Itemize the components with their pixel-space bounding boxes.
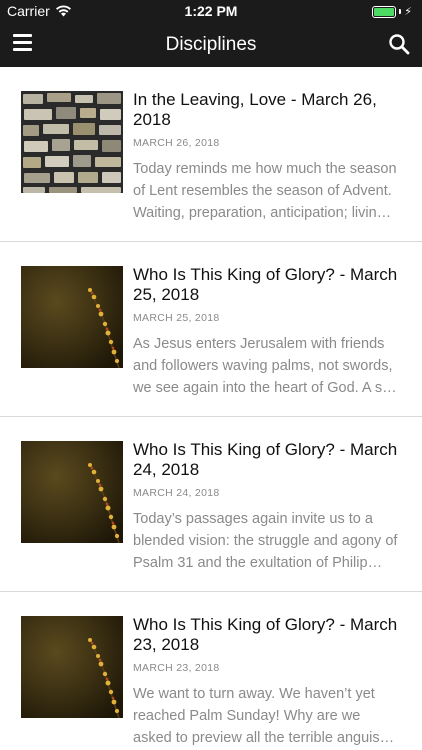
post-text: Who Is This King of Glory? - March 25, 2… bbox=[133, 265, 401, 399]
post-text: Who Is This King of Glory? - March 23, 2… bbox=[133, 615, 401, 749]
post-text: Who Is This King of Glory? - March 24, 2… bbox=[133, 440, 401, 574]
post-excerpt: Today’s passages again invite us to a bl… bbox=[133, 511, 398, 571]
post-item[interactable]: Who Is This King of Glory? - March 23, 2… bbox=[0, 592, 422, 750]
post-thumbnail-budding-branch bbox=[21, 266, 123, 368]
post-date: MARCH 24, 2018 bbox=[133, 487, 220, 499]
status-bar: Carrier 1:22 PM ⚡ bbox=[0, 0, 422, 22]
post-list: In the Leaving, Love - March 26, 2018 MA… bbox=[0, 67, 422, 750]
post-excerpt: Today reminds me how much the season of … bbox=[133, 161, 397, 221]
post-excerpt: As Jesus enters Jerusalem with friends a… bbox=[133, 336, 397, 396]
navigation-bar: Disciplines bbox=[0, 22, 422, 67]
post-item[interactable]: In the Leaving, Love - March 26, 2018 MA… bbox=[0, 67, 422, 242]
charging-bolt-icon: ⚡ bbox=[404, 6, 412, 18]
post-date: MARCH 23, 2018 bbox=[133, 662, 220, 674]
post-text: In the Leaving, Love - March 26, 2018 MA… bbox=[133, 90, 401, 224]
post-thumbnail-budding-branch bbox=[21, 616, 123, 718]
post-date: MARCH 26, 2018 bbox=[133, 137, 220, 149]
status-time: 1:22 PM bbox=[184, 3, 238, 19]
post-title: Who Is This King of Glory? - March 25, 2… bbox=[133, 265, 398, 304]
post-thumbnail-budding-branch bbox=[21, 441, 123, 543]
post-excerpt: We want to turn away. We haven’t yet rea… bbox=[133, 686, 395, 746]
post-item[interactable]: Who Is This King of Glory? - March 24, 2… bbox=[0, 417, 422, 592]
post-item[interactable]: Who Is This King of Glory? - March 25, 2… bbox=[0, 242, 422, 417]
post-thumbnail-stone-wall bbox=[21, 91, 123, 193]
post-title: In the Leaving, Love - March 26, 2018 bbox=[133, 90, 377, 129]
post-date: MARCH 25, 2018 bbox=[133, 312, 220, 324]
post-title: Who Is This King of Glory? - March 23, 2… bbox=[133, 615, 398, 654]
page-title: Disciplines bbox=[165, 34, 257, 55]
top-bar: Carrier 1:22 PM ⚡ Disciplines bbox=[0, 0, 422, 67]
battery-indicator: ⚡ bbox=[372, 5, 412, 18]
post-title: Who Is This King of Glory? - March 24, 2… bbox=[133, 440, 398, 479]
battery-icon bbox=[372, 5, 397, 18]
search-icon[interactable] bbox=[388, 33, 410, 55]
